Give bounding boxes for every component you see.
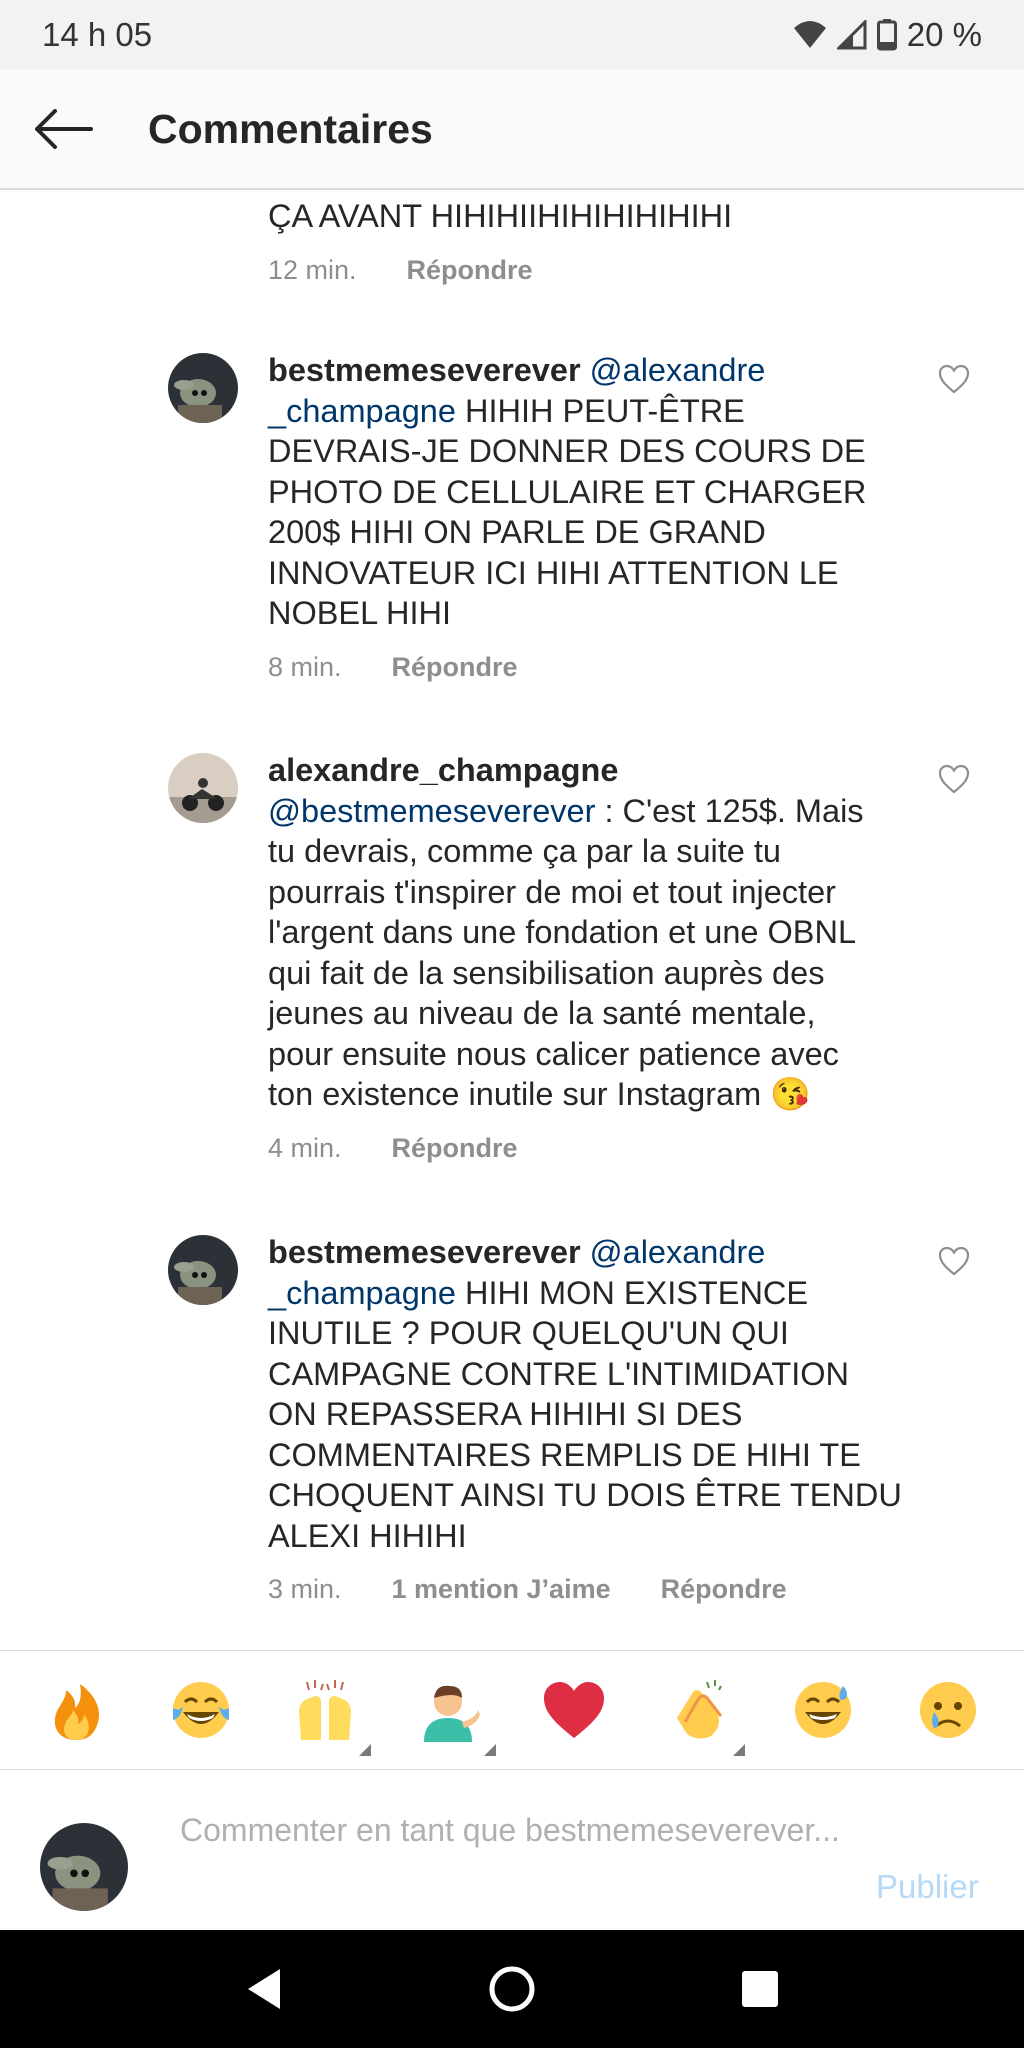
comment-text: bestmemeseverever @alexandre _champagne … [268,1232,908,1556]
emoji-joy[interactable] [169,1678,233,1742]
reply-button[interactable]: Répondre [661,1574,787,1605]
comment-line: pourrais t'inspirer de moi et tout injec… [268,873,836,910]
heart-icon[interactable] [938,764,970,794]
avatar[interactable] [168,753,238,823]
comment-line: CHOQUENT AINSI TU DOIS ÊTRE TENDU [268,1477,902,1513]
comment-mention-cont[interactable]: _champagne [268,1275,456,1311]
emoji-bar [0,1650,1024,1770]
battery-icon [876,19,897,51]
publish-button[interactable]: Publier [876,1868,979,1906]
emoji-raising-hands[interactable] [293,1678,372,1756]
clapping-hands-icon [676,1680,722,1739]
comment-meta: 8 min. Répondre [268,652,908,683]
comment-time: 4 min. [268,1132,342,1163]
comment-line: COMMENTAIRES REMPLIS DE HIHI TE [268,1436,861,1473]
reply-button[interactable]: Répondre [392,652,518,683]
signal-icon [836,20,867,50]
comment-text: ÇA AVANT HIHIHIIHIHIHIHIHIHI [268,198,733,234]
comment-line: INUTILE ? POUR QUELQU'UN QUI [268,1315,789,1351]
system-nav-bar [0,1930,1024,2048]
nav-recents-button[interactable] [730,1959,790,2019]
page-title: Commentaires [148,105,433,152]
comment-line: ALEXI HIHIHI [268,1517,467,1554]
comment-meta: 12 min. Répondre [268,255,908,286]
comment-username[interactable]: bestmemeseverever [268,1234,581,1270]
tears-of-joy-icon [172,1682,229,1738]
comment-line: NOBEL HIHI [268,595,452,631]
status-time: 14 h 05 [42,16,153,53]
comment-mention-cont[interactable]: _champagne [268,393,456,429]
comment-body: bestmemeseverever @alexandre _champagne … [268,350,908,683]
comments-list[interactable]: ÇA AVANT HIHIHIIHIHIHIHIHIHI 12 min. Rép… [0,190,1024,1650]
comment-line: l'argent dans une fondation et une OBNL [268,914,857,950]
nav-home-button[interactable] [482,1959,542,2019]
comment-time: 3 min. [268,1574,342,1604]
home-circle-icon [489,1966,535,2012]
heart-icon[interactable] [938,1246,970,1276]
arrow-left-icon [35,109,93,149]
emoji-tipping-hand[interactable] [418,1678,496,1756]
comment-username[interactable]: bestmemeseverever [268,352,581,388]
comment-body: ÇA AVANT HIHIHIIHIHIHIHIHIHI 12 min. Rép… [268,196,908,286]
reply-button[interactable]: Répondre [392,1133,518,1164]
comment-mention[interactable]: @bestmemeseverever [268,793,595,829]
comment-line: jeunes au niveau de la santé mentale, [268,995,816,1031]
wifi-icon [793,21,826,48]
comment-time: 8 min. [268,651,342,682]
comment-body: alexandre_champagne @bestmemeseverever :… [268,750,908,1164]
likes-count[interactable]: 1 mention J’aime [392,1574,611,1605]
comment-text: bestmemeseverever @alexandre _champagne … [268,350,908,634]
heart-icon[interactable] [938,364,970,394]
comment-text-first: HIHIH PEUT-ÊTRE [455,392,745,429]
emoji-sweat-smile[interactable] [791,1678,855,1742]
crying-face-icon [919,1682,976,1738]
back-button[interactable] [28,99,98,159]
emoji-heart[interactable] [542,1678,606,1742]
emoji-clapping[interactable] [667,1678,745,1756]
reply-button[interactable]: Répondre [407,255,533,286]
status-bar: 14 h 05 20 % [0,0,1024,70]
comment-meta: 3 min. 1 mention J’aime Répondre [268,1574,908,1605]
comment-line: ton existence inutile sur Instagram [268,1076,762,1112]
comment-input[interactable] [178,1808,842,1902]
tipping-hand-person-icon [423,1685,480,1742]
red-heart-icon [544,1682,605,1738]
battery-percent: 20 % [906,16,982,53]
comment-line: qui fait de la sensibilisation auprès de… [268,954,825,991]
comment-line: ON REPASSERA HIHIHI SI DES [268,1396,743,1432]
comment-line: 200$ HIHI ON PARLE DE GRAND [268,514,766,550]
comment-text-first: HIHI MON EXISTENCE [455,1274,809,1311]
comment-body: bestmemeseverever @alexandre _champagne … [268,1232,908,1605]
grinning-sweat-icon [795,1682,852,1738]
back-triangle-icon [248,1969,280,2009]
emoji-crying[interactable] [916,1678,980,1742]
comment-username[interactable]: alexandre_champagne [268,752,618,788]
fire-icon [55,1684,100,1740]
status-icons: 20 % [793,16,982,54]
emoji-fire[interactable] [44,1678,108,1742]
avatar[interactable] [168,353,238,423]
comment-mention[interactable]: @alexandre [590,352,766,388]
raising-hands-icon [299,1680,352,1740]
comment-line: PHOTO DE CELLULAIRE ET CHARGER [268,473,867,510]
comment-text: alexandre_champagne @bestmemeseverever :… [268,750,908,1115]
comment-line: CAMPAGNE CONTRE L'INTIMIDATION [268,1355,850,1392]
comment-line: pour ensuite nous calicer patience avec [268,1035,839,1072]
kiss-emoji: 😘 [770,1076,811,1112]
comment-meta: 4 min. Répondre [268,1133,908,1164]
comment-line: INNOVATEUR ICI HIHI ATTENTION LE [268,554,839,591]
comment-input-row: Publier [0,1770,1024,1930]
recents-square-icon [742,1971,778,2007]
nav-back-button[interactable] [234,1959,294,2019]
header: Commentaires [0,70,1024,190]
avatar[interactable] [168,1235,238,1305]
comment-time: 12 min. [268,254,357,285]
comment-text-first: : C'est 125$. Mais [595,792,864,829]
comment-line: DEVRAIS-JE DONNER DES COURS DE [268,433,866,469]
comment-line: tu devrais, comme ça par la suite tu [268,833,782,869]
own-avatar [40,1823,128,1911]
comment-mention[interactable]: @alexandre [590,1234,766,1270]
